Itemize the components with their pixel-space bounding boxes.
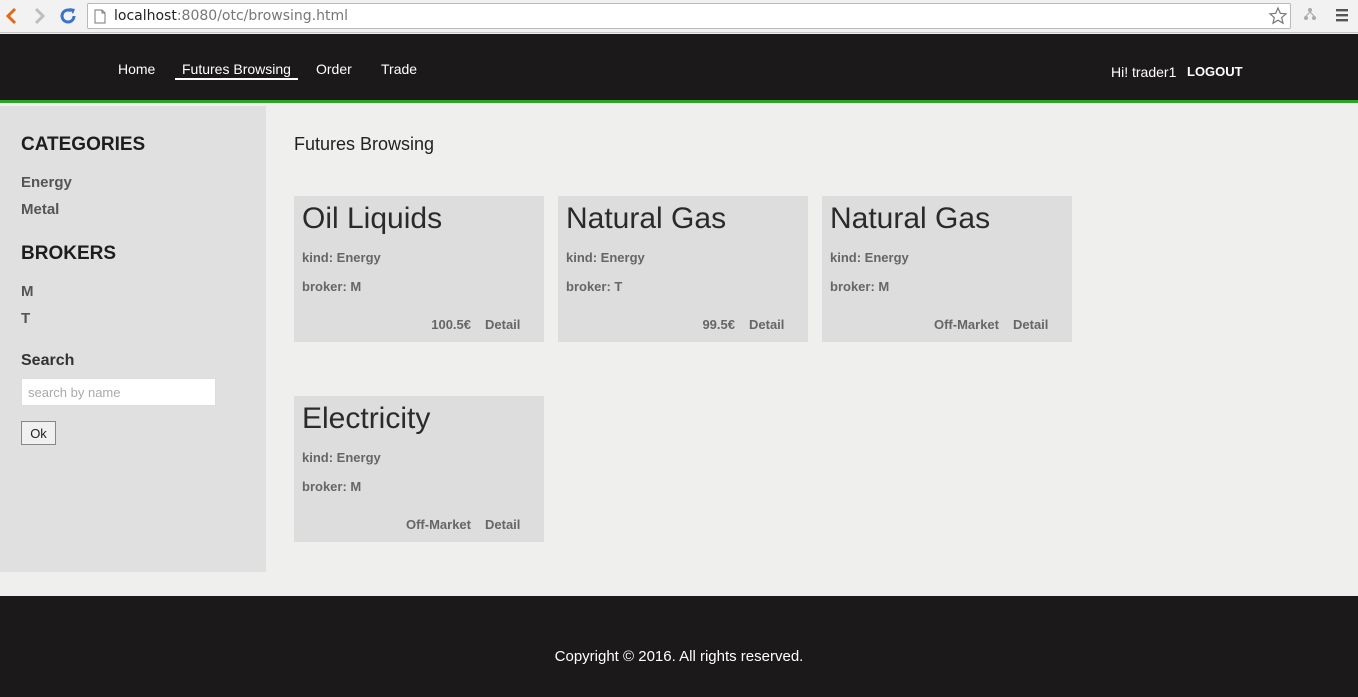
search-ok-button[interactable]: Ok (21, 421, 56, 445)
future-card: Oil Liquids kind: Energy broker: M 100.5… (294, 196, 544, 342)
future-card: Natural Gas kind: Energy broker: M Off-M… (822, 196, 1072, 342)
brokers-heading: BROKERS (21, 243, 117, 264)
nav-home[interactable]: Home (118, 61, 155, 77)
search-heading: Search (21, 352, 75, 369)
nav-order[interactable]: Order (316, 61, 352, 77)
card-price: Off-Market (933, 317, 999, 332)
card-price: 99.5€ (702, 317, 735, 332)
user-greeting: Hi! trader1 (1111, 64, 1177, 80)
future-card: Natural Gas kind: Energy broker: T 99.5€… (558, 196, 808, 342)
page-title: Futures Browsing (294, 134, 435, 154)
copyright-text: Copyright © 2016. All rights reserved. (554, 648, 804, 665)
card-title: Oil Liquids (302, 202, 443, 235)
browser-toolbar: localhost:8080/otc/browsing.html (0, 0, 1358, 33)
card-broker: broker: M (302, 279, 362, 294)
url-path: :8080/otc/browsing.html (176, 8, 349, 24)
card-broker: broker: T (566, 279, 623, 294)
page-icon (94, 9, 106, 29)
nav-trade[interactable]: Trade (381, 61, 417, 77)
broker-m[interactable]: M (21, 283, 34, 300)
card-detail-link[interactable]: Detail (1013, 317, 1048, 332)
card-title: Natural Gas (566, 202, 727, 235)
card-price: Off-Market (405, 517, 471, 532)
categories-heading: CATEGORIES (21, 134, 146, 155)
card-detail-link[interactable]: Detail (485, 317, 520, 332)
card-kind: kind: Energy (830, 250, 909, 265)
url-text: localhost:8080/otc/browsing.html (114, 8, 348, 24)
forward-icon[interactable] (27, 4, 51, 28)
url-host: localhost (114, 8, 177, 24)
extension-icon[interactable] (1303, 6, 1317, 29)
broker-t[interactable]: T (21, 310, 30, 327)
menu-icon[interactable] (1335, 6, 1349, 29)
card-kind: kind: Energy (566, 250, 645, 265)
sidebar: CATEGORIES Energy Metal BROKERS M T Sear… (0, 106, 266, 572)
card-price: 100.5€ (431, 317, 471, 332)
card-kind: kind: Energy (302, 250, 381, 265)
logout-link[interactable]: LOGOUT (1187, 64, 1243, 79)
bookmark-star-icon[interactable] (1268, 6, 1288, 31)
card-detail-link[interactable]: Detail (485, 517, 520, 532)
card-title: Natural Gas (830, 202, 991, 235)
search-input[interactable] (21, 378, 216, 406)
card-broker: broker: M (830, 279, 890, 294)
site-footer: Copyright © 2016. All rights reserved. (0, 596, 1358, 697)
back-icon[interactable] (0, 4, 24, 28)
category-metal[interactable]: Metal (21, 201, 59, 218)
reload-icon[interactable] (56, 4, 80, 28)
future-card: Electricity kind: Energy broker: M Off-M… (294, 396, 544, 542)
category-energy[interactable]: Energy (21, 174, 72, 191)
site-header: Home Futures Browsing Order Trade Hi! tr… (0, 34, 1358, 103)
card-broker: broker: M (302, 479, 362, 494)
card-title: Electricity (302, 402, 431, 435)
nav-futures-browsing[interactable]: Futures Browsing (175, 61, 298, 80)
card-kind: kind: Energy (302, 450, 381, 465)
card-detail-link[interactable]: Detail (749, 317, 784, 332)
address-bar[interactable]: localhost:8080/otc/browsing.html (87, 3, 1291, 29)
